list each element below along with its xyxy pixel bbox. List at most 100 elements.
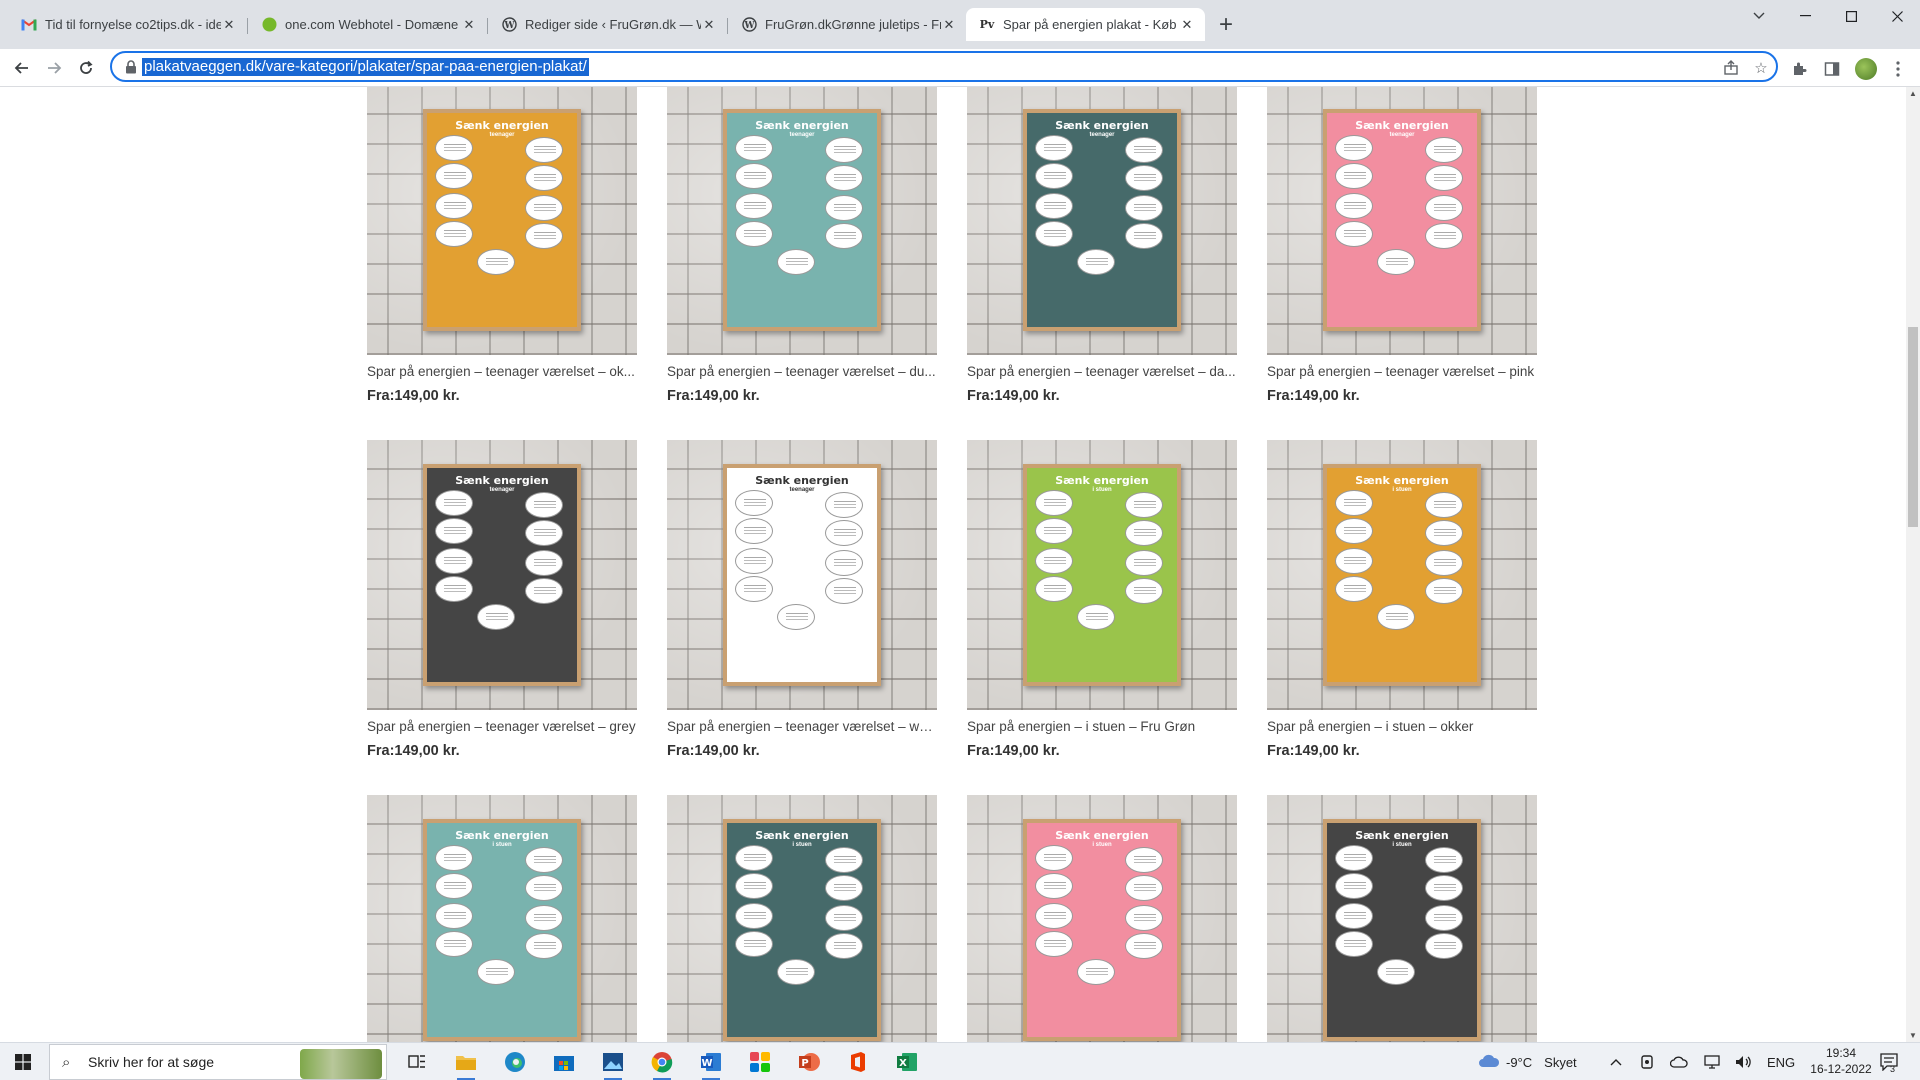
product-card[interactable]: Sænk energien i stuen Spar på energien – i…	[1267, 440, 1537, 760]
speech-bubble	[435, 548, 473, 574]
product-name-link[interactable]: Spar på energien – i stuen – okker	[1267, 718, 1537, 736]
product-card[interactable]: Sænk energien teenager Spar på energien – …	[367, 440, 637, 760]
product-image[interactable]: Sænk energien teenager	[367, 87, 637, 355]
tab-wordpress-edit[interactable]: W Rediger side ‹ FruGrøn.dk — Wo ✕	[488, 8, 727, 41]
notifications-icon[interactable]: 3	[1880, 1043, 1900, 1080]
product-image[interactable]: Sænk energien i stuen	[967, 440, 1237, 710]
speech-bubble	[435, 903, 473, 929]
volume-icon[interactable]	[1735, 1043, 1753, 1080]
product-card[interactable]: Sænk energien teenager Spar på energien – …	[967, 87, 1237, 405]
product-name-link[interactable]: Spar på energien – teenager værelset – w…	[667, 718, 937, 736]
product-price: Fra:149,00 kr.	[667, 743, 760, 759]
page-content: Sænk energien teenager Spar på energien – …	[0, 87, 1906, 1042]
scrollbar-thumb[interactable]	[1908, 327, 1918, 527]
product-card[interactable]: Sænk energien i stuen	[1267, 795, 1537, 1042]
product-card[interactable]: Sænk energien teenager Spar på energien – …	[1267, 87, 1537, 405]
windows-start-icon[interactable]	[0, 1043, 46, 1080]
product-name-link[interactable]: Spar på energien – teenager værelset – d…	[967, 363, 1237, 381]
product-name-link[interactable]: Spar på energien – teenager værelset – o…	[367, 363, 637, 381]
bookmark-star-icon[interactable]: ☆	[1752, 59, 1770, 77]
tab-onecom[interactable]: one.com Webhotel - Domæne - ✕	[248, 8, 487, 41]
scroll-up-icon[interactable]: ▲	[1909, 89, 1917, 98]
tab-wordpress-frugron[interactable]: W FruGrøn.dkGrønne juletips - FruG ✕	[728, 8, 967, 41]
lock-icon[interactable]	[125, 60, 139, 74]
product-image[interactable]: Sænk energien i stuen	[967, 795, 1237, 1042]
network-icon[interactable]	[1703, 1043, 1721, 1080]
scroll-down-icon[interactable]: ▼	[1909, 1031, 1917, 1040]
product-card[interactable]: Sænk energien i stuen	[367, 795, 637, 1042]
product-image[interactable]: Sænk energien i stuen	[667, 795, 937, 1042]
poster: Sænk energien teenager	[723, 464, 881, 686]
product-name-link[interactable]: Spar på energien – teenager værelset – p…	[1267, 363, 1537, 381]
minimize-button[interactable]	[1782, 0, 1828, 32]
product-image[interactable]: Sænk energien i stuen	[1267, 440, 1537, 710]
photos-icon[interactable]	[598, 1048, 628, 1080]
poster-heading: Sænk energien	[755, 829, 849, 842]
product-name-link[interactable]: Spar på energien – teenager værelset – g…	[367, 718, 637, 736]
speech-bubble	[1125, 905, 1163, 931]
page-scrollbar[interactable]: ▲ ▼	[1906, 87, 1920, 1042]
show-hidden-icons[interactable]	[1610, 1043, 1622, 1080]
file-explorer-icon[interactable]	[451, 1048, 481, 1080]
word-icon[interactable]: W	[696, 1048, 726, 1080]
speech-bubble	[1425, 578, 1463, 604]
side-panel-icon[interactable]	[1822, 59, 1842, 79]
language-indicator[interactable]: ENG	[1767, 1043, 1795, 1080]
product-image[interactable]: Sænk energien i stuen	[1267, 795, 1537, 1042]
apps-icon[interactable]	[745, 1048, 775, 1076]
speech-bubble	[1035, 518, 1073, 544]
weather-widget[interactable]: -9°C Skyet	[1478, 1043, 1577, 1080]
reload-button[interactable]	[72, 54, 100, 82]
search-highlight-image[interactable]	[300, 1049, 382, 1079]
tab-search-icon[interactable]	[1736, 0, 1782, 32]
speech-bubble	[525, 875, 563, 901]
new-tab-button[interactable]: +	[1212, 12, 1240, 40]
product-card[interactable]: Sænk energien teenager Spar på energien – …	[667, 440, 937, 760]
close-tab-icon[interactable]: ✕	[1179, 17, 1195, 33]
product-card[interactable]: Sænk energien teenager Spar på energien – …	[367, 87, 637, 405]
taskbar-search[interactable]: ⌕ Skriv her for at søge	[49, 1044, 387, 1080]
product-image[interactable]: Sænk energien i stuen	[367, 795, 637, 1042]
speech-bubble	[435, 931, 473, 957]
edge-icon[interactable]	[500, 1048, 530, 1076]
tab-gmail[interactable]: Tid til fornyelse co2tips.dk - idem ✕	[8, 8, 247, 41]
speech-bubble	[1035, 490, 1073, 516]
speech-bubble	[1425, 550, 1463, 576]
speech-bubble	[1035, 135, 1073, 161]
product-name-link[interactable]: Spar på energien – teenager værelset – d…	[667, 363, 937, 381]
forward-button[interactable]	[40, 54, 68, 82]
product-image[interactable]: Sænk energien teenager	[1267, 87, 1537, 355]
product-image[interactable]: Sænk energien teenager	[667, 87, 937, 355]
product-name-link[interactable]: Spar på energien – i stuen – Fru Grøn	[967, 718, 1237, 736]
product-card[interactable]: Sænk energien i stuen	[967, 795, 1237, 1042]
close-tab-icon[interactable]: ✕	[701, 17, 717, 33]
back-button[interactable]	[8, 54, 36, 82]
product-image[interactable]: Sænk energien teenager	[667, 440, 937, 710]
share-icon[interactable]	[1722, 59, 1740, 77]
close-tab-icon[interactable]: ✕	[461, 17, 477, 33]
url-text[interactable]: plakatvaeggen.dk/vare-kategori/plakater/…	[142, 58, 589, 76]
store-icon[interactable]	[549, 1048, 579, 1076]
profile-avatar[interactable]	[1855, 58, 1877, 80]
office-icon[interactable]	[843, 1048, 873, 1076]
powerpoint-icon[interactable]: P	[794, 1048, 824, 1076]
extensions-icon[interactable]	[1789, 59, 1809, 79]
meet-now-icon[interactable]	[1640, 1043, 1654, 1080]
close-tab-icon[interactable]: ✕	[941, 17, 957, 33]
product-card[interactable]: Sænk energien i stuen Spar på energien – i…	[967, 440, 1237, 760]
product-image[interactable]: Sænk energien teenager	[967, 87, 1237, 355]
product-card[interactable]: Sænk energien teenager Spar på energien – …	[667, 87, 937, 405]
chrome-icon[interactable]	[647, 1048, 677, 1080]
product-image[interactable]: Sænk energien teenager	[367, 440, 637, 710]
close-window-button[interactable]	[1874, 0, 1920, 32]
taskbar-clock[interactable]: 19:34 16-12-2022	[1810, 1045, 1872, 1077]
close-tab-icon[interactable]: ✕	[221, 17, 237, 33]
maximize-button[interactable]	[1828, 0, 1874, 32]
excel-icon[interactable]: X	[892, 1048, 922, 1076]
product-card[interactable]: Sænk energien i stuen	[667, 795, 937, 1042]
task-view-icon[interactable]	[402, 1048, 432, 1076]
onedrive-icon[interactable]	[1670, 1043, 1688, 1080]
chrome-menu-icon[interactable]	[1888, 59, 1908, 79]
tab-plakatvaeggen[interactable]: Pv Spar på energien plakat - Køb en ✕	[966, 8, 1205, 41]
address-bar[interactable]: plakatvaeggen.dk/vare-kategori/plakater/…	[110, 51, 1778, 82]
